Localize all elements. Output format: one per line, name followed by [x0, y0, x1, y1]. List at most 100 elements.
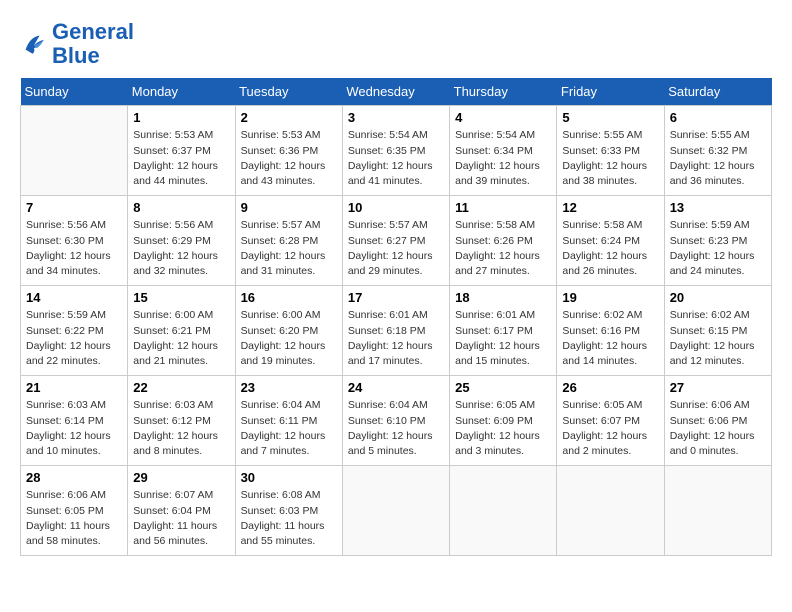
calendar-day-cell: 2 Sunrise: 5:53 AMSunset: 6:36 PMDaylight…	[235, 106, 342, 196]
calendar-day-cell: 18Sunrise: 6:01 AMSunset: 6:17 PMDayligh…	[450, 286, 557, 376]
calendar-week-row: 28 Sunrise: 6:06 AMSunset: 6:05 PMDayligh…	[21, 466, 772, 556]
calendar-day-cell: 16 Sunrise: 6:00 AMSunset: 6:20 PMDayligh…	[235, 286, 342, 376]
day-info: Sunrise: 5:56 AMSunset: 6:30 PMDaylight:…	[26, 218, 122, 279]
day-info: Sunrise: 6:07 AMSunset: 6:04 PMDaylight:…	[133, 488, 229, 549]
day-number: 9	[241, 200, 337, 215]
calendar-day-cell: 13Sunrise: 5:59 AMSunset: 6:23 PMDayligh…	[664, 196, 771, 286]
day-info: Sunrise: 6:02 AMSunset: 6:16 PMDaylight:…	[562, 308, 658, 369]
calendar-table: SundayMondayTuesdayWednesdayThursdayFrid…	[20, 78, 772, 556]
calendar-day-cell: 26 Sunrise: 6:05 AMSunset: 6:07 PMDayligh…	[557, 376, 664, 466]
calendar-week-row: 1 Sunrise: 5:53 AMSunset: 6:37 PMDaylight…	[21, 106, 772, 196]
day-number: 17	[348, 290, 444, 305]
calendar-day-cell: 9 Sunrise: 5:57 AMSunset: 6:28 PMDaylight…	[235, 196, 342, 286]
calendar-day-cell: 6 Sunrise: 5:55 AMSunset: 6:32 PMDaylight…	[664, 106, 771, 196]
day-info: Sunrise: 5:57 AMSunset: 6:28 PMDaylight:…	[241, 218, 337, 279]
calendar-day-cell: 1 Sunrise: 5:53 AMSunset: 6:37 PMDaylight…	[128, 106, 235, 196]
calendar-day-cell: 10 Sunrise: 5:57 AMSunset: 6:27 PMDayligh…	[342, 196, 449, 286]
day-number: 4	[455, 110, 551, 125]
calendar-empty-cell	[557, 466, 664, 556]
calendar-day-cell: 19Sunrise: 6:02 AMSunset: 6:16 PMDayligh…	[557, 286, 664, 376]
calendar-day-cell: 22 Sunrise: 6:03 AMSunset: 6:12 PMDayligh…	[128, 376, 235, 466]
calendar-header-row: SundayMondayTuesdayWednesdayThursdayFrid…	[21, 78, 772, 106]
calendar-day-cell: 4 Sunrise: 5:54 AMSunset: 6:34 PMDaylight…	[450, 106, 557, 196]
day-number: 16	[241, 290, 337, 305]
day-info: Sunrise: 6:05 AMSunset: 6:07 PMDaylight:…	[562, 398, 658, 459]
day-number: 25	[455, 380, 551, 395]
calendar-day-cell: 14Sunrise: 5:59 AMSunset: 6:22 PMDayligh…	[21, 286, 128, 376]
day-number: 26	[562, 380, 658, 395]
day-info: Sunrise: 5:58 AMSunset: 6:26 PMDaylight:…	[455, 218, 551, 279]
day-info: Sunrise: 5:57 AMSunset: 6:27 PMDaylight:…	[348, 218, 444, 279]
day-info: Sunrise: 5:56 AMSunset: 6:29 PMDaylight:…	[133, 218, 229, 279]
calendar-day-cell: 11Sunrise: 5:58 AMSunset: 6:26 PMDayligh…	[450, 196, 557, 286]
calendar-empty-cell	[450, 466, 557, 556]
logo-bird-icon	[20, 30, 48, 58]
weekday-header-tuesday: Tuesday	[235, 78, 342, 106]
day-number: 6	[670, 110, 766, 125]
day-number: 8	[133, 200, 229, 215]
day-number: 2	[241, 110, 337, 125]
day-number: 13	[670, 200, 766, 215]
day-info: Sunrise: 6:00 AMSunset: 6:21 PMDaylight:…	[133, 308, 229, 369]
calendar-day-cell: 7 Sunrise: 5:56 AMSunset: 6:30 PMDaylight…	[21, 196, 128, 286]
day-info: Sunrise: 5:59 AMSunset: 6:22 PMDaylight:…	[26, 308, 122, 369]
calendar-day-cell: 27Sunrise: 6:06 AMSunset: 6:06 PMDayligh…	[664, 376, 771, 466]
day-info: Sunrise: 6:03 AMSunset: 6:12 PMDaylight:…	[133, 398, 229, 459]
weekday-header-thursday: Thursday	[450, 78, 557, 106]
day-number: 20	[670, 290, 766, 305]
calendar-day-cell: 17 Sunrise: 6:01 AMSunset: 6:18 PMDayligh…	[342, 286, 449, 376]
calendar-day-cell: 28 Sunrise: 6:06 AMSunset: 6:05 PMDayligh…	[21, 466, 128, 556]
day-number: 23	[241, 380, 337, 395]
calendar-day-cell: 15 Sunrise: 6:00 AMSunset: 6:21 PMDayligh…	[128, 286, 235, 376]
calendar-day-cell: 29 Sunrise: 6:07 AMSunset: 6:04 PMDayligh…	[128, 466, 235, 556]
day-info: Sunrise: 6:06 AMSunset: 6:05 PMDaylight:…	[26, 488, 122, 549]
header: General Blue	[20, 20, 772, 68]
logo: General Blue	[20, 20, 134, 68]
day-info: Sunrise: 5:54 AMSunset: 6:34 PMDaylight:…	[455, 128, 551, 189]
day-number: 22	[133, 380, 229, 395]
day-info: Sunrise: 6:05 AMSunset: 6:09 PMDaylight:…	[455, 398, 551, 459]
calendar-day-cell: 24Sunrise: 6:04 AMSunset: 6:10 PMDayligh…	[342, 376, 449, 466]
day-info: Sunrise: 5:58 AMSunset: 6:24 PMDaylight:…	[562, 218, 658, 279]
day-number: 15	[133, 290, 229, 305]
calendar-day-cell: 23 Sunrise: 6:04 AMSunset: 6:11 PMDayligh…	[235, 376, 342, 466]
calendar-empty-cell	[342, 466, 449, 556]
day-info: Sunrise: 5:54 AMSunset: 6:35 PMDaylight:…	[348, 128, 444, 189]
calendar-empty-cell	[664, 466, 771, 556]
day-info: Sunrise: 5:53 AMSunset: 6:36 PMDaylight:…	[241, 128, 337, 189]
day-number: 21	[26, 380, 122, 395]
calendar-day-cell: 21 Sunrise: 6:03 AMSunset: 6:14 PMDayligh…	[21, 376, 128, 466]
calendar-day-cell: 20 Sunrise: 6:02 AMSunset: 6:15 PMDayligh…	[664, 286, 771, 376]
day-info: Sunrise: 6:00 AMSunset: 6:20 PMDaylight:…	[241, 308, 337, 369]
day-number: 10	[348, 200, 444, 215]
calendar-day-cell: 5 Sunrise: 5:55 AMSunset: 6:33 PMDaylight…	[557, 106, 664, 196]
weekday-header-monday: Monday	[128, 78, 235, 106]
calendar-day-cell: 25 Sunrise: 6:05 AMSunset: 6:09 PMDayligh…	[450, 376, 557, 466]
day-info: Sunrise: 6:04 AMSunset: 6:11 PMDaylight:…	[241, 398, 337, 459]
calendar-day-cell: 30 Sunrise: 6:08 AMSunset: 6:03 PMDayligh…	[235, 466, 342, 556]
weekday-header-saturday: Saturday	[664, 78, 771, 106]
day-info: Sunrise: 5:55 AMSunset: 6:33 PMDaylight:…	[562, 128, 658, 189]
calendar-week-row: 21 Sunrise: 6:03 AMSunset: 6:14 PMDayligh…	[21, 376, 772, 466]
day-number: 27	[670, 380, 766, 395]
logo-text: General Blue	[52, 20, 134, 68]
calendar-week-row: 7 Sunrise: 5:56 AMSunset: 6:30 PMDaylight…	[21, 196, 772, 286]
weekday-header-wednesday: Wednesday	[342, 78, 449, 106]
day-number: 28	[26, 470, 122, 485]
day-info: Sunrise: 6:04 AMSunset: 6:10 PMDaylight:…	[348, 398, 444, 459]
day-number: 29	[133, 470, 229, 485]
day-number: 1	[133, 110, 229, 125]
day-number: 3	[348, 110, 444, 125]
day-number: 5	[562, 110, 658, 125]
calendar-day-cell: 3 Sunrise: 5:54 AMSunset: 6:35 PMDaylight…	[342, 106, 449, 196]
day-info: Sunrise: 6:08 AMSunset: 6:03 PMDaylight:…	[241, 488, 337, 549]
day-number: 18	[455, 290, 551, 305]
day-number: 30	[241, 470, 337, 485]
day-info: Sunrise: 5:55 AMSunset: 6:32 PMDaylight:…	[670, 128, 766, 189]
day-number: 7	[26, 200, 122, 215]
day-number: 12	[562, 200, 658, 215]
day-info: Sunrise: 5:53 AMSunset: 6:37 PMDaylight:…	[133, 128, 229, 189]
day-info: Sunrise: 6:02 AMSunset: 6:15 PMDaylight:…	[670, 308, 766, 369]
day-info: Sunrise: 6:03 AMSunset: 6:14 PMDaylight:…	[26, 398, 122, 459]
day-info: Sunrise: 6:01 AMSunset: 6:18 PMDaylight:…	[348, 308, 444, 369]
